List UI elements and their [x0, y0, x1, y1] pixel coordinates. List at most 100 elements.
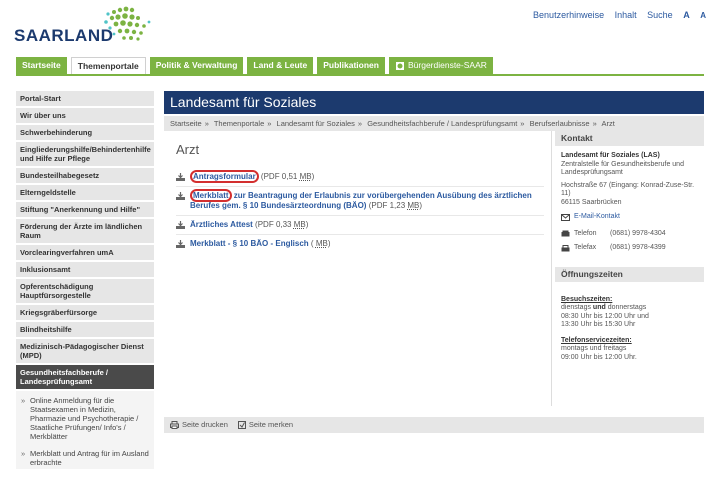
sidebar-item-wir-ueber-uns[interactable]: Wir über uns: [16, 108, 154, 125]
fax-icon: [561, 244, 570, 252]
sidebar-subitem-online-anmeldung[interactable]: Online Anmeldung für die Staatsexamen in…: [16, 394, 154, 443]
document-meta: (PDF 1,23: [366, 201, 408, 210]
content-footer: Seite drucken Seite merken: [164, 417, 704, 433]
utility-links: Benutzerhinweise Inhalt Suche A A: [525, 10, 706, 20]
sidebar-subnav: Online Anmeldung für die Staatsexamen in…: [16, 391, 154, 469]
sidebar-item-stiftung[interactable]: Stiftung "Anerkennung und Hilfe": [16, 202, 154, 219]
contact-heading: Kontakt: [555, 131, 704, 146]
sidebar-item-elterngeldstelle[interactable]: Elterngeldstelle: [16, 185, 154, 202]
sidebar-item-kriegsgraeberfuersorge[interactable]: Kriegsgräberfürsorge: [16, 305, 154, 322]
mail-icon: [561, 213, 570, 221]
document-entry: Antragsformular (PDF 0,51 MB): [190, 170, 314, 183]
nav-politik-verwaltung[interactable]: Politik & Verwaltung: [149, 57, 244, 74]
font-smaller-button[interactable]: A: [700, 11, 706, 20]
fax-label: Telefax: [574, 244, 597, 251]
nav-themenportale[interactable]: Themenportale: [70, 57, 146, 75]
sidebar-item-vorclearingverfahren[interactable]: Vorclearingverfahren umA: [16, 245, 154, 262]
visit-days-a: dienstags: [561, 304, 593, 311]
email-contact-link[interactable]: E-Mail-Kontakt: [574, 213, 620, 222]
sidebar-item-mpd[interactable]: Medizinisch-Pädagogischer Dienst (MPD): [16, 339, 154, 365]
breadcrumb-separator: »: [592, 119, 597, 128]
visit-hours-line3: 13:30 Uhr bis 15:30 Uhr: [561, 321, 636, 328]
antragsformular-link[interactable]: Antragsformular: [190, 170, 259, 183]
contact-fax-row: Telefax (0681) 9978-4399: [561, 244, 698, 253]
sidebar-item-schwerbehinderung[interactable]: Schwerbehinderung: [16, 125, 154, 142]
breadcrumb-berufserlaubnisse[interactable]: Berufserlaubnisse: [530, 119, 590, 128]
sidebar-item-portal-start[interactable]: Portal-Start: [16, 91, 154, 108]
sidebar-item-inklusionsamt[interactable]: Inklusionsamt: [16, 262, 154, 279]
logo-text: SAARLAND: [14, 26, 114, 45]
saarland-logo[interactable]: SAARLAND: [14, 4, 154, 50]
document-meta-end: ): [327, 239, 331, 248]
breadcrumb-startseite[interactable]: Startseite: [170, 119, 202, 128]
visit-hours-title: Besuchszeiten:: [561, 295, 613, 303]
bookmark-page-button[interactable]: Seite merken: [237, 417, 293, 433]
fax-number: (0681) 9978-4399: [610, 244, 666, 251]
page-title: Arzt: [176, 142, 200, 157]
list-item: Merkblatt zur Beantragung der Erlaubnis …: [176, 187, 544, 216]
nav-publikationen[interactable]: Publikationen: [317, 57, 385, 74]
sidebar: Portal-Start Wir über uns Schwerbehinder…: [16, 91, 154, 469]
contact-city: 66115 Saarbrücken: [561, 198, 622, 206]
document-meta: (PDF 0,51: [258, 172, 300, 181]
printer-icon: [170, 421, 179, 429]
breadcrumb-separator: »: [267, 119, 272, 128]
document-meta-end: ): [419, 201, 423, 210]
sidebar-item-blindheitshilfe[interactable]: Blindheitshilfe: [16, 322, 154, 339]
contact-dept: Zentralstelle für Gesundheitsberufe und …: [561, 160, 684, 177]
merkblatt-englisch-link[interactable]: Merkblatt - § 10 BÄO - Englisch: [190, 239, 309, 248]
phone-number: (0681) 9978-4304: [610, 229, 666, 237]
document-meta-end: ): [305, 220, 309, 229]
main-nav: Startseite Themenportale Politik & Verwa…: [16, 57, 497, 75]
list-item: Antragsformular (PDF 0,51 MB): [176, 168, 544, 187]
unit-abbr: MB: [315, 239, 328, 248]
breadcrumb-themenportale[interactable]: Themenportale: [214, 119, 264, 128]
sidebar-item-bundesteilhabegesetz[interactable]: Bundesteilhabegesetz: [16, 168, 154, 185]
sidebar-item-eingliederungshilfe[interactable]: Eingliederungshilfe/Behindertenhilfe und…: [16, 142, 154, 168]
list-item: Merkblatt - § 10 BÄO - Englisch ( MB): [176, 235, 544, 253]
document-list: Antragsformular (PDF 0,51 MB) Merkblatt …: [176, 168, 544, 253]
right-column: Kontakt Landesamt für Soziales (LAS) Zen…: [555, 131, 704, 370]
breadcrumb-separator: »: [204, 119, 209, 128]
aerztliches-attest-link[interactable]: Ärztliches Attest: [190, 220, 253, 229]
util-link-suche[interactable]: Suche: [647, 10, 673, 20]
nav-land-leute[interactable]: Land & Leute: [247, 57, 314, 74]
unit-abbr: MB: [407, 201, 420, 210]
font-larger-button[interactable]: A: [683, 10, 690, 20]
phone-hours-title: Telefonservicezeiten:: [561, 336, 632, 344]
sidebar-subitem-merkblatt-ausland[interactable]: Merkblatt und Antrag für im Ausland erbr…: [16, 447, 154, 469]
unit-abbr: MB: [299, 172, 312, 181]
contact-address: Hochstraße 67 (Eingang: Konrad-Zuse-Str.…: [561, 181, 695, 198]
util-link-inhalt[interactable]: Inhalt: [615, 10, 637, 20]
breadcrumb-separator: »: [520, 119, 525, 128]
document-entry: Ärztliches Attest (PDF 0,33 MB): [190, 220, 308, 230]
unit-abbr: MB: [293, 220, 306, 229]
download-icon: [176, 192, 185, 200]
download-icon: [176, 173, 185, 181]
breadcrumb-landesamt[interactable]: Landesamt für Soziales: [277, 119, 355, 128]
document-meta: (PDF 0,33: [252, 220, 294, 229]
print-page-button[interactable]: Seite drucken: [170, 417, 228, 433]
hours-heading: Öffnungszeiten: [555, 266, 704, 282]
merkblatt-link-rest[interactable]: zur Beantragung der Erlaubnis zur vorübe…: [190, 191, 532, 210]
download-icon: [176, 240, 185, 248]
breadcrumb-current: Arzt: [601, 119, 615, 128]
breadcrumb-separator: »: [357, 119, 363, 128]
sidebar-item-gesundheitsfachberufe[interactable]: Gesundheitsfachberufe / Landesprüfungsam…: [16, 365, 154, 391]
nav-divider: [16, 74, 704, 76]
nav-buergerdienste-saar[interactable]: Bürgerdienste-SAAR: [388, 57, 493, 74]
contact-phone-row: Telefon (0681) 9978-4304: [561, 230, 698, 239]
nav-startseite[interactable]: Startseite: [16, 57, 67, 74]
list-item: Ärztliches Attest (PDF 0,33 MB): [176, 216, 544, 235]
contact-email-row: E-Mail-Kontakt: [561, 213, 698, 222]
sidebar-item-foerderung-aerzte[interactable]: Förderung der Ärzte im ländlichen Raum: [16, 219, 154, 245]
saar-app-icon: [395, 61, 404, 70]
breadcrumb: Startseite» Themenportale» Landesamt für…: [164, 116, 704, 131]
breadcrumb-gesundheitsfachberufe[interactable]: Gesundheitsfachberufe / Landesprüfungsam…: [367, 119, 517, 128]
phone-hours-days: montags und freitags: [561, 345, 627, 352]
nav-saar-label: Bürgerdienste-SAAR: [407, 60, 487, 70]
sidebar-item-opferentschaedigung[interactable]: Opferentschädigung Hauptfürsorgestelle: [16, 279, 154, 305]
util-link-benutzerhinweise[interactable]: Benutzerhinweise: [533, 10, 604, 20]
visit-days-b: und: [592, 304, 606, 311]
main-column: Arzt Antragsformular (PDF 0,51 MB) Merkb…: [164, 131, 552, 406]
